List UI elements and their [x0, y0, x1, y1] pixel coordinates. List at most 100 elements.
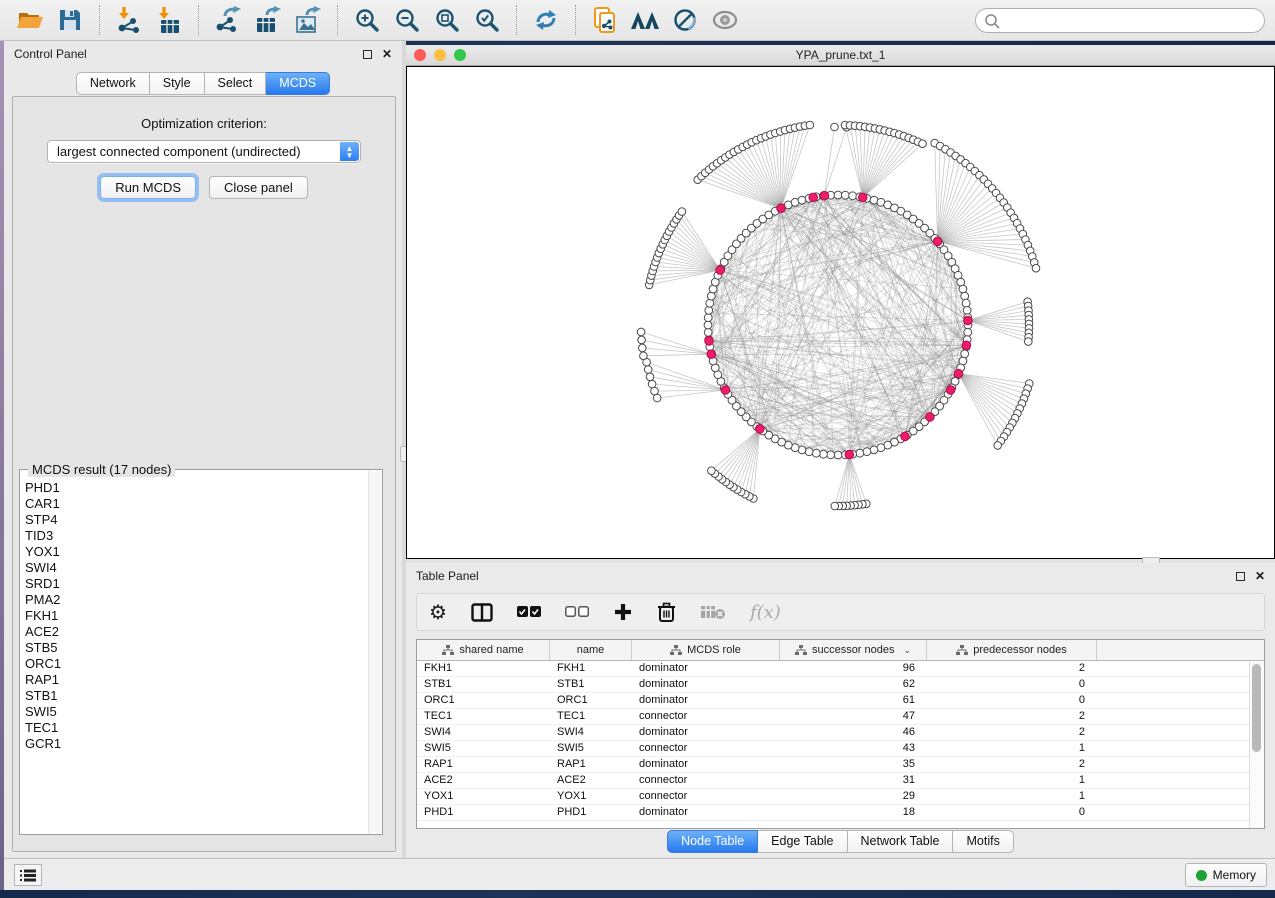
table-cell[interactable]: RAP1 [550, 757, 632, 772]
table-cell[interactable]: 96 [780, 661, 927, 676]
gear-icon[interactable]: ⚙ [429, 597, 447, 627]
close-panel-icon[interactable]: ✕ [1255, 572, 1265, 581]
zoom-out-icon[interactable] [387, 4, 427, 36]
table-cell[interactable]: ACE2 [417, 773, 550, 788]
network-search-box[interactable] [975, 8, 1265, 33]
export-image-icon[interactable] [288, 4, 328, 36]
table-cell[interactable]: SWI5 [417, 741, 550, 756]
zoom-in-icon[interactable] [347, 4, 387, 36]
tab-motifs[interactable]: Motifs [953, 830, 1013, 853]
mcds-result-item[interactable]: FKH1 [25, 608, 364, 624]
table-cell[interactable]: 18 [780, 805, 927, 820]
delete-table-icon[interactable] [700, 597, 726, 627]
table-cell[interactable]: RAP1 [417, 757, 550, 772]
table-cell[interactable]: dominator [632, 725, 780, 740]
table-cell[interactable]: 62 [780, 677, 927, 692]
hide-selected-icon[interactable] [665, 4, 705, 36]
split-columns-icon[interactable] [471, 597, 493, 627]
table-cell[interactable]: 2 [927, 725, 1097, 740]
table-row[interactable]: SWI5SWI5connector431 [417, 741, 1264, 757]
mcds-result-item[interactable]: ACE2 [25, 624, 364, 640]
table-cell[interactable]: 0 [927, 677, 1097, 692]
table-cell[interactable]: connector [632, 741, 780, 756]
table-cell[interactable]: connector [632, 789, 780, 804]
mcds-result-item[interactable]: SWI4 [25, 560, 364, 576]
table-cell[interactable]: 43 [780, 741, 927, 756]
tab-edge-table[interactable]: Edge Table [758, 830, 847, 853]
column-header-successor-nodes[interactable]: successor nodes⌄ [780, 640, 927, 660]
mcds-result-item[interactable]: STB1 [25, 688, 364, 704]
tab-select[interactable]: Select [205, 72, 267, 95]
clone-network-icon[interactable] [585, 4, 625, 36]
table-cell[interactable]: PHD1 [550, 805, 632, 820]
table-cell[interactable]: 2 [927, 661, 1097, 676]
zoom-fit-content-icon[interactable] [427, 4, 467, 36]
open-file-icon[interactable] [10, 4, 50, 36]
network-graph[interactable] [407, 67, 1274, 558]
table-cell[interactable]: dominator [632, 693, 780, 708]
memory-button[interactable]: Memory [1185, 863, 1267, 887]
mcds-result-item[interactable]: YOX1 [25, 544, 364, 560]
mcds-result-item[interactable]: CAR1 [25, 496, 364, 512]
table-cell[interactable]: connector [632, 773, 780, 788]
table-cell[interactable]: 46 [780, 725, 927, 740]
column-header-shared-name[interactable]: shared name [417, 640, 550, 660]
table-row[interactable]: STB1STB1dominator620 [417, 677, 1264, 693]
column-header-name[interactable]: name [550, 640, 632, 660]
result-list-scrollbar[interactable] [368, 471, 381, 833]
tab-style[interactable]: Style [150, 72, 205, 95]
table-cell[interactable]: 2 [927, 757, 1097, 772]
tab-network[interactable]: Network [76, 72, 150, 95]
table-cell[interactable]: FKH1 [417, 661, 550, 676]
table-cell[interactable]: STB1 [417, 677, 550, 692]
function-builder-icon[interactable]: f(x) [750, 597, 781, 627]
table-cell[interactable]: 29 [780, 789, 927, 804]
table-cell[interactable]: SWI4 [417, 725, 550, 740]
table-cell[interactable]: dominator [632, 677, 780, 692]
table-cell[interactable]: 0 [927, 805, 1097, 820]
mcds-result-item[interactable]: PMA2 [25, 592, 364, 608]
table-cell[interactable]: 0 [927, 693, 1097, 708]
import-network-from-file-icon[interactable] [109, 4, 149, 36]
table-cell[interactable]: FKH1 [550, 661, 632, 676]
table-cell[interactable]: 1 [927, 741, 1097, 756]
column-header-MCDS-role[interactable]: MCDS role [632, 640, 780, 660]
column-header-predecessor-nodes[interactable]: predecessor nodes [927, 640, 1097, 660]
table-cell[interactable]: YOX1 [550, 789, 632, 804]
float-panel-icon[interactable] [363, 50, 372, 59]
table-cell[interactable]: ORC1 [550, 693, 632, 708]
mcds-result-item[interactable]: PHD1 [25, 480, 364, 496]
tab-network-table[interactable]: Network Table [848, 830, 954, 853]
table-cell[interactable]: 35 [780, 757, 927, 772]
tab-mcds[interactable]: MCDS [266, 72, 330, 95]
table-row[interactable]: ACE2ACE2connector311 [417, 773, 1264, 789]
table-cell[interactable]: SWI4 [550, 725, 632, 740]
add-column-icon[interactable] [613, 597, 633, 627]
first-neighbors-icon[interactable] [625, 4, 665, 36]
import-table-from-file-icon[interactable] [149, 4, 189, 36]
clear-selection-checkboxes-icon[interactable] [565, 597, 589, 627]
table-cell[interactable]: 47 [780, 709, 927, 724]
table-cell[interactable]: TEC1 [417, 709, 550, 724]
table-cell[interactable]: STB1 [550, 677, 632, 692]
mcds-result-item[interactable]: SRD1 [25, 576, 364, 592]
mcds-result-item[interactable]: SWI5 [25, 704, 364, 720]
network-window-titlebar[interactable]: YPA_prune.txt_1 [406, 45, 1275, 66]
table-cell[interactable]: SWI5 [550, 741, 632, 756]
table-cell[interactable]: connector [632, 709, 780, 724]
mcds-result-item[interactable]: STB5 [25, 640, 364, 656]
table-cell[interactable]: ACE2 [550, 773, 632, 788]
table-cell[interactable]: 1 [927, 773, 1097, 788]
table-cell[interactable]: 2 [927, 709, 1097, 724]
export-network-icon[interactable] [208, 4, 248, 36]
float-panel-icon[interactable] [1236, 572, 1245, 581]
table-row[interactable]: FKH1FKH1dominator962 [417, 661, 1264, 677]
mcds-result-item[interactable]: TEC1 [25, 720, 364, 736]
zoom-selected-region-icon[interactable] [467, 4, 507, 36]
table-row[interactable]: SWI4SWI4dominator462 [417, 725, 1264, 741]
apply-preferred-layout-icon[interactable] [526, 4, 566, 36]
scrollbar-thumb[interactable] [1252, 664, 1261, 752]
table-cell[interactable]: dominator [632, 757, 780, 772]
mcds-result-item[interactable]: RAP1 [25, 672, 364, 688]
delete-column-icon[interactable] [657, 597, 676, 627]
